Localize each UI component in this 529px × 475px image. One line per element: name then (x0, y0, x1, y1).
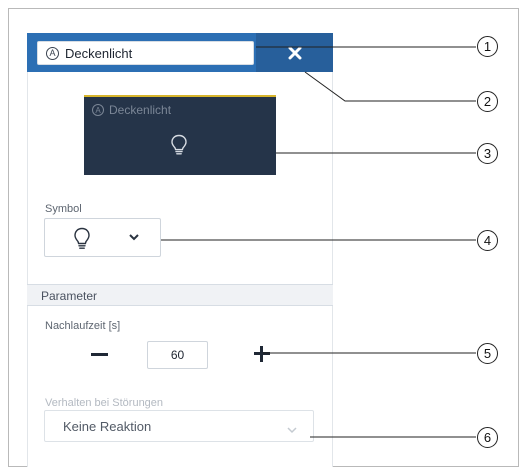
callout-5: 5 (477, 343, 498, 364)
callout-6: 6 (477, 427, 498, 448)
callout-2: 2 (477, 91, 498, 112)
callout-3: 3 (477, 143, 498, 164)
callout-lines (161, 46, 476, 438)
callout-4: 4 (477, 230, 498, 251)
callout-1: 1 (477, 36, 498, 57)
